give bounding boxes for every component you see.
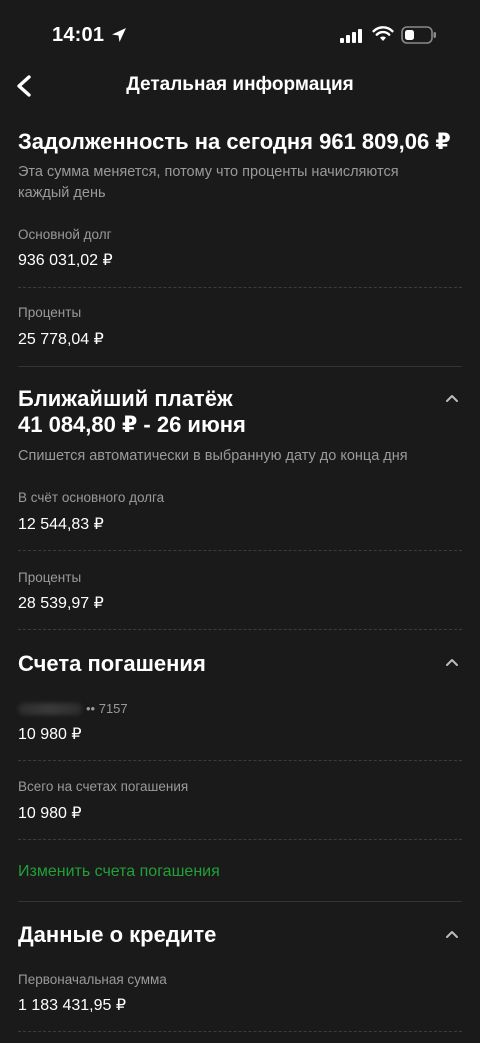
next-payment-hint: Спишется автоматически в выбранную дату …	[18, 448, 408, 464]
cellular-signal-icon	[340, 29, 362, 43]
debt-hint: Эта сумма меняется, потому что проценты …	[18, 164, 399, 201]
section-divider	[18, 366, 462, 367]
divider	[18, 760, 462, 761]
payment-interest-label: Проценты	[18, 570, 82, 585]
page-title: Детальная информация	[126, 74, 354, 95]
masked-account-name	[18, 702, 82, 715]
battery-icon	[401, 26, 436, 44]
divider	[18, 1031, 462, 1032]
chevron-up-icon[interactable]	[442, 927, 462, 941]
principal-label: Основной долг	[18, 227, 112, 242]
section-divider	[18, 901, 462, 902]
total-accounts-value: 10 980 ₽	[18, 805, 82, 822]
repayment-accounts-title: Счета погашения	[18, 651, 206, 676]
payment-principal-label: В счёт основного долга	[18, 490, 165, 505]
navigation-bar: Детальная информация	[0, 68, 480, 104]
payment-principal-value: 12 544,83 ₽	[18, 516, 104, 533]
payment-interest-value: 28 539,97 ₽	[18, 595, 104, 612]
divider	[18, 839, 462, 840]
initial-amount-label: Первоначальная сумма	[18, 972, 167, 987]
credit-data-title: Данные о кредите	[18, 922, 217, 947]
next-payment-title: Ближайший платёж	[18, 386, 233, 411]
divider	[18, 550, 462, 551]
wifi-icon	[372, 26, 394, 41]
change-repayment-accounts-link[interactable]: Изменить счета погашения	[18, 863, 220, 881]
initial-amount-value: 1 183 431,95 ₽	[18, 997, 127, 1014]
chevron-up-icon[interactable]	[442, 655, 462, 669]
total-accounts-label: Всего на счетах погашения	[18, 779, 189, 794]
chevron-up-icon[interactable]	[442, 391, 462, 405]
interest-value: 25 778,04 ₽	[18, 331, 104, 348]
account-balance: 10 980 ₽	[18, 726, 82, 743]
interest-label: Проценты	[18, 305, 82, 320]
next-payment-amount-date: 41 084,80 ₽ - 26 июня	[18, 412, 246, 437]
account-tail: •• 7157	[86, 701, 128, 717]
status-time: 14:01	[52, 24, 105, 46]
divider	[18, 629, 462, 630]
account-number: •• 7157	[18, 700, 128, 718]
principal-value: 936 031,02 ₽	[18, 252, 113, 269]
debt-title: Задолженность на сегодня 961 809,06 ₽	[18, 129, 451, 154]
location-arrow-icon	[112, 28, 126, 42]
status-bar: 14:01	[0, 0, 480, 70]
divider	[18, 287, 462, 288]
